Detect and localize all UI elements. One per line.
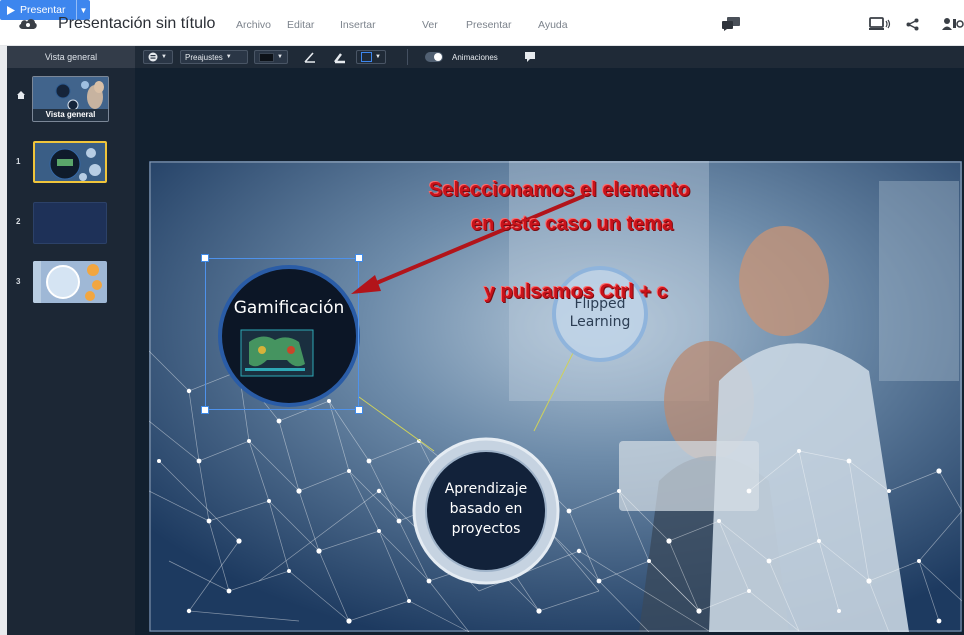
slides-sidebar: Vista general Vista general 1 2 3 [7, 46, 135, 635]
annotation-line-1: Seleccionamos el elemento [429, 179, 691, 201]
menu-archivo[interactable]: Archivo [236, 19, 271, 31]
slide-thumbnail-3[interactable] [33, 261, 107, 303]
topic-aprendizaje-line-1: Aprendizaje [444, 481, 528, 497]
resize-handle-top-left[interactable] [201, 254, 209, 262]
chevron-down-icon: ▼ [277, 54, 283, 60]
menu-ver[interactable]: Ver [422, 19, 438, 31]
animations-toggle[interactable] [425, 50, 445, 64]
slide-3-preview [33, 261, 107, 303]
selection-box[interactable] [205, 258, 359, 410]
menu-insertar[interactable]: Insertar [340, 19, 376, 31]
chevron-down-icon: ▼ [375, 54, 381, 60]
slide-1-preview [35, 143, 105, 181]
topic-aprendizaje-line-2: basado en [449, 501, 523, 517]
topic-aprendizaje-title: Aprendizaje basado en proyectos [411, 479, 561, 539]
chevron-down-icon: ▼ [161, 54, 167, 60]
resize-handle-bottom-right[interactable] [355, 406, 363, 414]
overview-thumbnail-label: Vista general [33, 109, 108, 121]
annotation-line-2: en este caso un tema [471, 213, 674, 235]
edit-toolbar: ▼ Preajustes ▼ ▼ ▼ Animaciones [135, 46, 964, 68]
prezi-editor: Presentación sin título Archivo Editar I… [0, 0, 964, 635]
slide-thumbnail-1[interactable] [33, 141, 107, 183]
line-angle-icon[interactable] [303, 50, 317, 64]
sidebar-header: Vista general [7, 46, 135, 68]
slide-content[interactable]: Gamificación Flipped Learning Aprendizaj… [149, 161, 962, 632]
slide-number-3: 3 [16, 277, 21, 286]
topic-aprendizaje-line-3: proyectos [451, 521, 521, 537]
play-icon [7, 5, 15, 15]
speaker-notes-icon[interactable] [524, 50, 536, 64]
toolbar-divider [407, 49, 408, 65]
menu-presentar[interactable]: Presentar [466, 19, 512, 31]
share-icon[interactable] [906, 18, 919, 31]
frame-style-dropdown[interactable]: ▼ [356, 50, 386, 64]
topic-flipped-line-2: Learning [569, 314, 631, 330]
resize-handle-bottom-left[interactable] [201, 406, 209, 414]
presentation-title[interactable]: Presentación sin título [58, 15, 215, 33]
chevron-down-icon: ▼ [225, 54, 232, 60]
overview-thumbnail[interactable]: Vista general [32, 76, 109, 122]
collaborators-icon[interactable] [942, 17, 964, 31]
color-picker[interactable]: ▼ [254, 50, 288, 64]
frame-icon [361, 52, 372, 62]
color-swatch [259, 52, 275, 62]
shape-icon [148, 52, 158, 62]
line-angle-alt-icon[interactable] [333, 50, 347, 64]
animations-label: Animaciones [452, 52, 498, 62]
shape-style-dropdown[interactable]: ▼ [143, 50, 173, 64]
present-remotely-icon[interactable] [869, 17, 891, 31]
menu-ayuda[interactable]: Ayuda [538, 19, 568, 31]
presets-label: Preajustes [185, 52, 223, 62]
cloud-sync-icon[interactable] [18, 16, 38, 30]
menu-editar[interactable]: Editar [287, 19, 314, 31]
slide-number-2: 2 [16, 217, 21, 226]
editor-canvas[interactable]: Gamificación Flipped Learning Aprendizaj… [135, 68, 964, 635]
annotation-line-3: y pulsamos Ctrl + c [484, 281, 668, 303]
comments-icon[interactable] [722, 17, 740, 31]
left-rail [0, 46, 7, 635]
top-menu-bar: Presentación sin título Archivo Editar I… [0, 0, 964, 46]
slide-number-1: 1 [16, 157, 21, 166]
slide-thumbnail-2[interactable] [33, 202, 107, 244]
presets-dropdown[interactable]: Preajustes ▼ [180, 50, 248, 64]
home-icon[interactable] [17, 91, 25, 99]
